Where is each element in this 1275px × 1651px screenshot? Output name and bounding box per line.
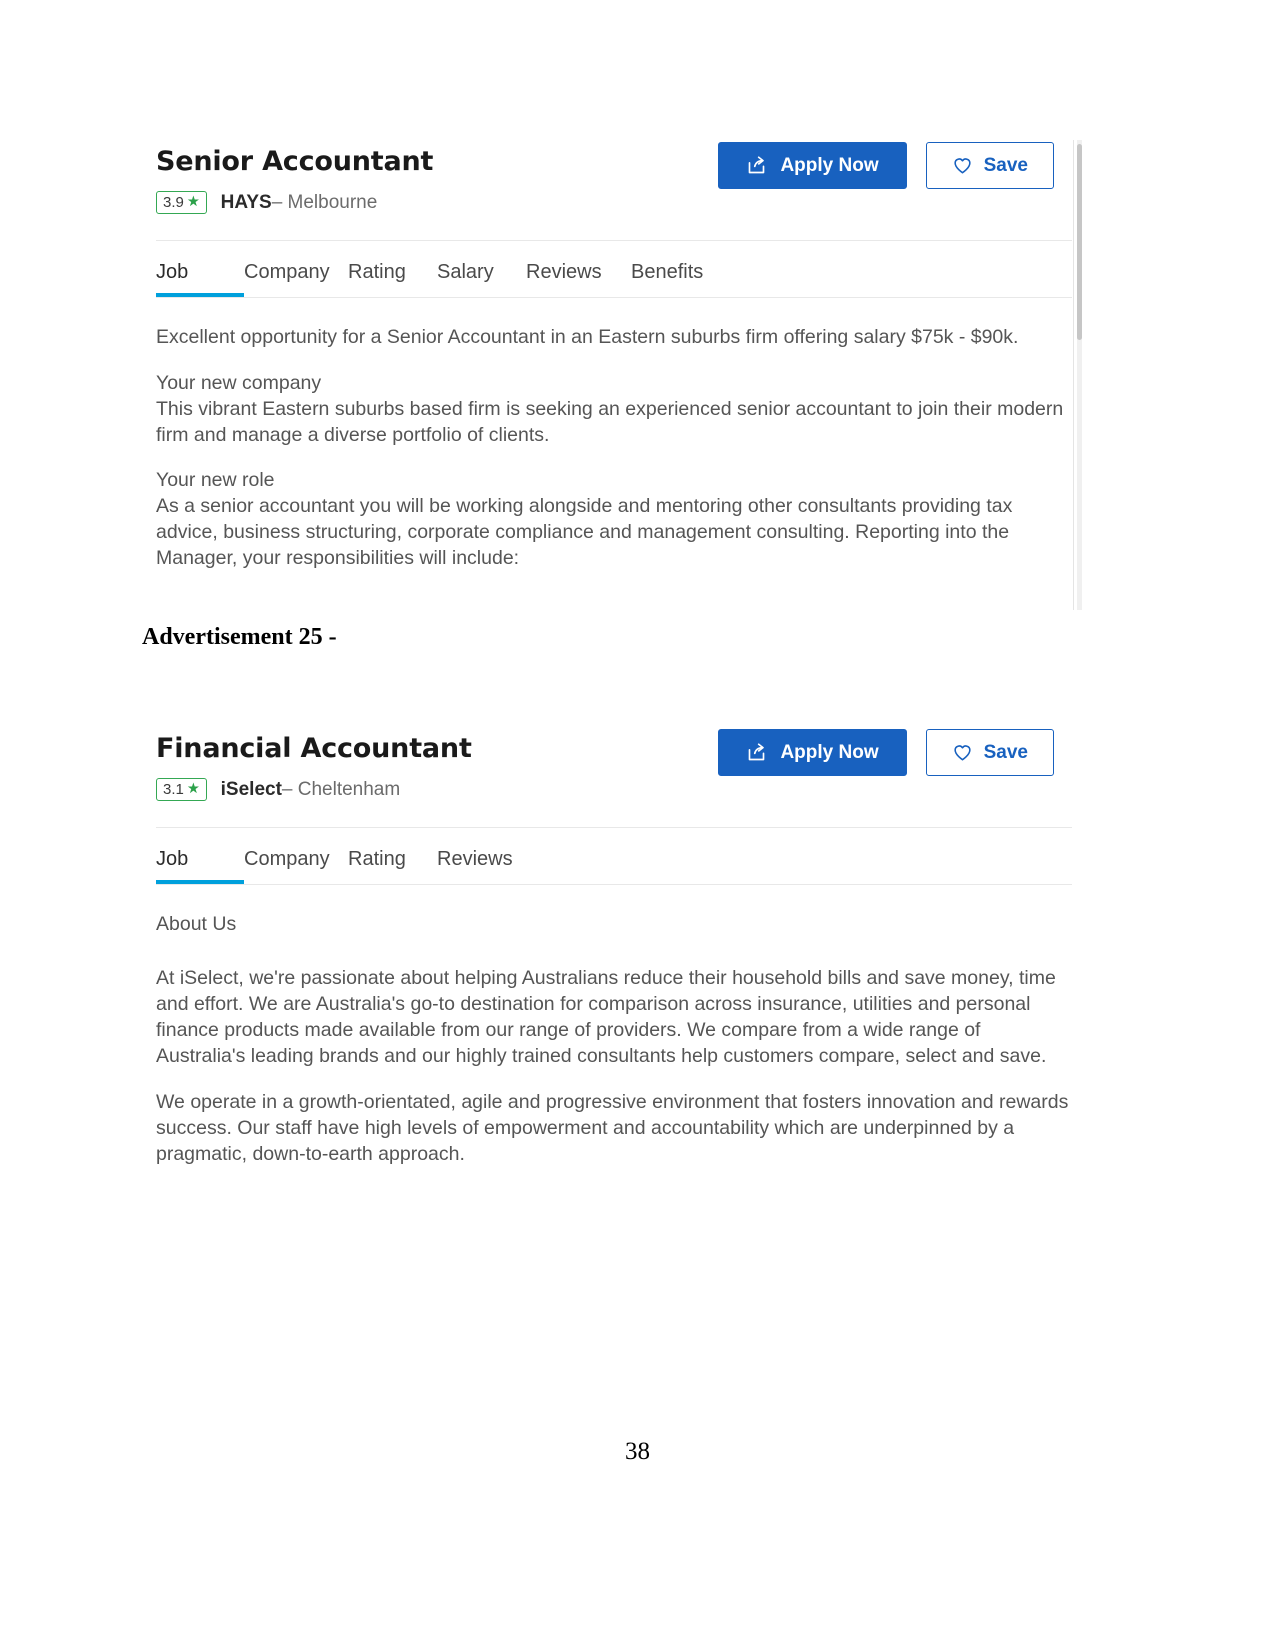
job-card-header: Financial Accountant 3.1 ★ iSelect – Che… [142, 727, 1072, 801]
share-export-icon [746, 155, 767, 176]
job-section-heading-company: Your new company [156, 371, 322, 394]
save-label: Save [983, 741, 1028, 763]
job-description-body: Excellent opportunity for a Senior Accou… [142, 298, 1072, 571]
header-divider [156, 240, 1072, 241]
star-icon: ★ [186, 194, 200, 211]
tab-company[interactable]: Company [244, 848, 348, 884]
job-listing-card-financial-accountant: Financial Accountant 3.1 ★ iSelect – Che… [142, 727, 1072, 1187]
tab-job[interactable]: Job [156, 261, 244, 297]
employer-line: 3.1 ★ iSelect – Cheltenham [156, 778, 472, 801]
tab-rating-label: Rating [348, 848, 406, 870]
tab-job-label: Job [156, 261, 189, 283]
job-section-heading-role: Your new role [156, 469, 275, 491]
tab-benefits[interactable]: Benefits [631, 261, 721, 297]
vertical-scrollbar-thumb[interactable] [1077, 144, 1082, 340]
page-number: 38 [625, 1438, 650, 1465]
apply-now-button[interactable]: Apply Now [718, 142, 907, 189]
card-right-border [1073, 140, 1074, 610]
vertical-scrollbar-track[interactable] [1077, 140, 1082, 610]
employer-name[interactable]: HAYS [221, 192, 272, 214]
advertisement-caption: Advertisement 25 - [142, 624, 337, 650]
job-card-tabs: Job Company Rating Salary Reviews Benefi… [142, 261, 1072, 297]
tab-rating-label: Rating [348, 261, 406, 283]
tab-company-label: Company [244, 261, 330, 283]
job-card-header: Senior Accountant 3.9 ★ HAYS – Melbourne [142, 140, 1072, 214]
tab-salary[interactable]: Salary [437, 261, 526, 297]
job-title: Senior Accountant [156, 146, 434, 177]
job-card-actions: Apply Now Save [718, 140, 1054, 189]
tab-reviews-label: Reviews [526, 261, 602, 283]
about-us-heading: About Us [156, 913, 237, 935]
company-rating-badge[interactable]: 3.1 ★ [156, 778, 207, 801]
heart-outline-icon [952, 155, 973, 176]
job-identity-block: Financial Accountant 3.1 ★ iSelect – Che… [142, 727, 472, 801]
employer-line: 3.9 ★ HAYS – Melbourne [156, 191, 433, 214]
save-job-button[interactable]: Save [925, 729, 1054, 776]
job-section-text-role: As a senior accountant you will be worki… [156, 495, 1013, 569]
company-rating-badge[interactable]: 3.9 ★ [156, 191, 207, 214]
tab-rating[interactable]: Rating [348, 848, 437, 884]
tab-job-label: Job [156, 848, 189, 870]
tab-reviews[interactable]: Reviews [526, 261, 631, 297]
job-location: – Cheltenham [281, 778, 401, 800]
job-identity-block: Senior Accountant 3.9 ★ HAYS – Melbourne [142, 140, 433, 214]
job-card-actions: Apply Now Save [718, 727, 1054, 776]
about-us-paragraph-2: We operate in a growth-orientated, agile… [156, 1090, 1069, 1165]
heart-outline-icon [952, 742, 973, 763]
rating-value: 3.1 [163, 781, 184, 798]
tab-reviews[interactable]: Reviews [437, 848, 542, 884]
job-title: Financial Accountant [156, 733, 472, 764]
tab-company-label: Company [244, 848, 330, 870]
tab-job[interactable]: Job [156, 848, 244, 884]
job-location: – Melbourne [271, 191, 378, 213]
about-us-paragraph-1: At iSelect, we're passionate about helpi… [156, 967, 1056, 1068]
header-divider [156, 827, 1072, 828]
document-page: Senior Accountant 3.9 ★ HAYS – Melbourne [0, 0, 1275, 1651]
apply-now-label: Apply Now [780, 741, 879, 763]
job-section-text-company: This vibrant Eastern suburbs based firm … [156, 397, 1064, 446]
share-export-icon [746, 742, 767, 763]
tab-benefits-label: Benefits [631, 261, 704, 283]
rating-value: 3.9 [163, 194, 184, 211]
tab-rating[interactable]: Rating [348, 261, 437, 297]
job-card-tabs: Job Company Rating Reviews [142, 848, 1072, 884]
job-description-body: About Us At iSelect, we're passionate ab… [142, 885, 1072, 1167]
apply-now-label: Apply Now [780, 154, 879, 176]
tab-company[interactable]: Company [244, 261, 348, 297]
job-intro-text: Excellent opportunity for a Senior Accou… [156, 326, 1019, 348]
star-icon: ★ [186, 781, 200, 798]
save-label: Save [983, 154, 1028, 176]
tab-salary-label: Salary [437, 261, 494, 283]
employer-name[interactable]: iSelect [221, 779, 282, 801]
apply-now-button[interactable]: Apply Now [718, 729, 907, 776]
tab-reviews-label: Reviews [437, 848, 513, 870]
save-job-button[interactable]: Save [925, 142, 1054, 189]
job-listing-card-senior-accountant: Senior Accountant 3.9 ★ HAYS – Melbourne [142, 140, 1082, 610]
